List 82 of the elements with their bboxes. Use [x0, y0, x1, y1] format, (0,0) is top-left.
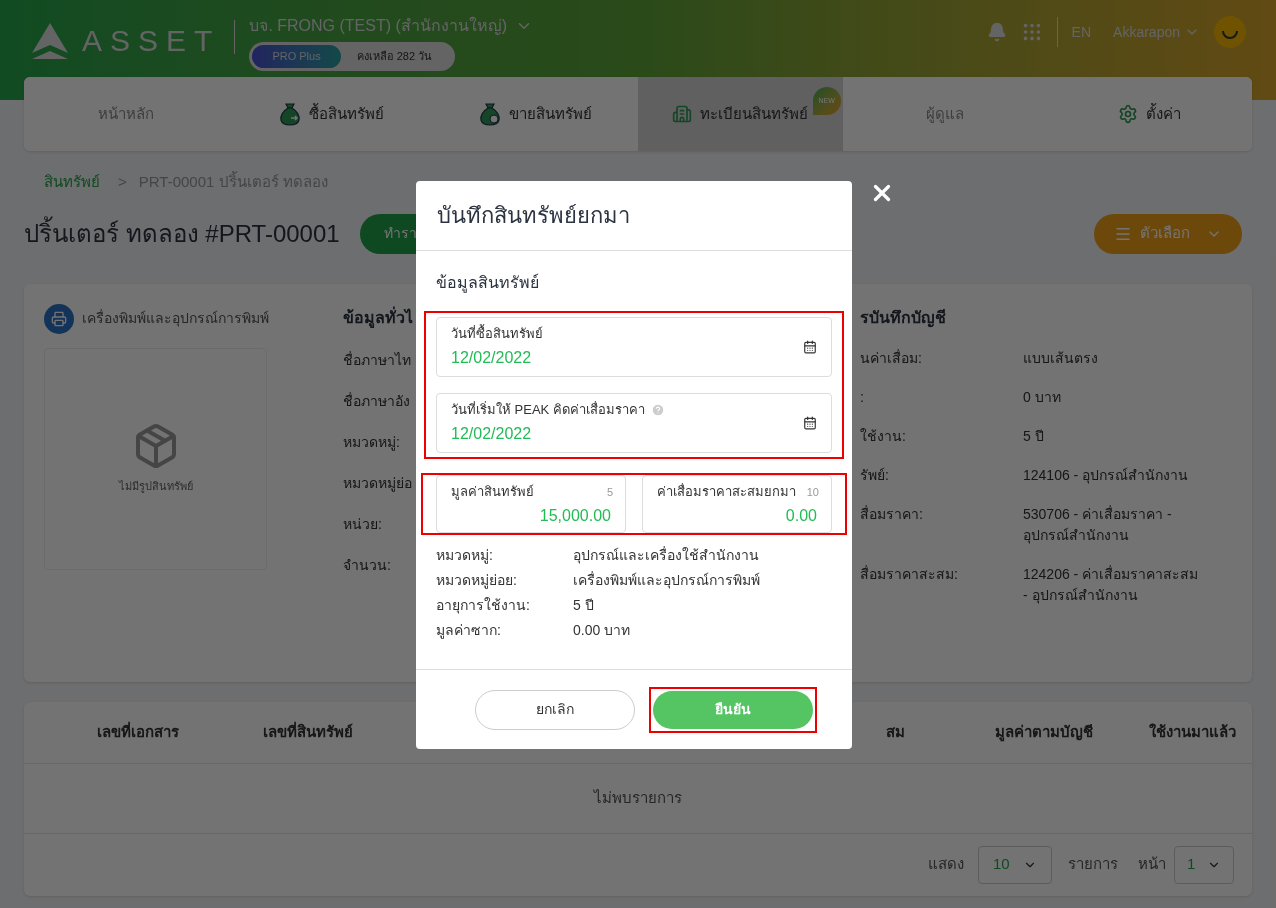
printer-icon — [44, 303, 74, 334]
field-label: หน่วย: — [343, 514, 383, 534]
logo-text: ASSET — [82, 23, 221, 59]
date-field[interactable]: วันที่ซื้อสินทรัพย์ 12/02/2022 — [436, 317, 832, 377]
detail-value: 0.00 บาท — [573, 621, 631, 640]
asset-category: เครื่องพิมพ์และอุปกรณ์การพิมพ์ — [82, 308, 269, 329]
nav-tab[interactable]: ซื้อสินทรัพย์ — [228, 77, 434, 151]
remaining-days: คงเหลือ 282 วัน — [356, 48, 433, 65]
field-label: วันที่เริ่มให้ PEAK คิดค่าเสื่อมราคา — [451, 400, 645, 420]
show-label: แสดง — [928, 854, 964, 875]
page-title: ปริ้นเตอร์ ทดลอง #PRT-00001 — [24, 215, 340, 252]
detail-value: อุปกรณ์และเครื่องใช้สำนักงาน — [573, 545, 759, 566]
field-label: สื่อมราคา: — [860, 504, 924, 524]
field-value: 124106 - อุปกรณ์สำนักงาน — [1023, 465, 1190, 486]
page-size-select[interactable]: 10 — [978, 845, 1052, 884]
amount-value: 0.00 — [784, 505, 817, 526]
column-header: ใช้งานมาแล้ว — [1149, 721, 1236, 742]
date-field[interactable]: วันที่เริ่มให้ PEAK คิดค่าเสื่อมราคา 12/02/2022 — [436, 393, 832, 453]
confirm-button[interactable]: ยืนยัน — [653, 690, 813, 729]
calendar-icon[interactable] — [803, 416, 817, 430]
field-label: สื่อมราคาสะสม: — [860, 564, 959, 584]
options-button[interactable]: ตัวเลือก — [1094, 213, 1242, 254]
section-heading: ข้อมูลสินทรัพย์ — [436, 272, 540, 295]
column-header: สม — [886, 721, 905, 742]
detail-label: หมวดหมู่: — [436, 546, 494, 566]
field-label: มูลค่าสินทรัพย์ — [451, 483, 534, 502]
page-label: หน้า — [1138, 854, 1166, 875]
field-value: 124206 - ค่าเสื่อมราคาสะสม - อุปกรณ์สำนักงาน — [1023, 564, 1200, 606]
breadcrumb-link[interactable]: สินทรัพย์ — [44, 171, 100, 194]
avatar-icon[interactable] — [1214, 16, 1246, 48]
gear-icon — [1118, 104, 1139, 124]
detail-value: เครื่องพิมพ์และอุปกรณ์การพิมพ์ — [573, 570, 760, 591]
column-header: มูลค่าตามบัญชี — [995, 721, 1093, 744]
section-heading: ข้อมูลทั่วไ — [343, 305, 414, 330]
field-label: : — [860, 387, 865, 407]
bell-icon[interactable] — [986, 22, 1007, 42]
field-label: จำนวน: — [343, 555, 392, 575]
date-value: 12/02/2022 — [451, 347, 533, 368]
field-value: 0 บาท — [1023, 387, 1062, 407]
building-icon — [672, 104, 693, 124]
help-icon[interactable] — [650, 403, 665, 417]
detail-value: 5 ปี — [573, 596, 594, 615]
column-header: เลขที่เอกสาร — [97, 720, 179, 742]
money-bag-icon — [479, 102, 502, 126]
empty-message: ไม่พบรายการ — [594, 787, 682, 808]
character-counter: 10 — [806, 484, 819, 500]
nav-tab[interactable]: ขายสินทรัพย์ — [433, 77, 638, 151]
plan-badge: PRO Plus — [252, 45, 341, 68]
field-label: วันที่ซื้อสินทรัพย์ — [451, 324, 543, 344]
field-label: ชื่อภาษาอัง — [343, 391, 411, 411]
field-value: แบบเส้นตรง — [1023, 348, 1099, 368]
section-heading: รบันทึกบัญชี — [860, 307, 947, 330]
nav-tab[interactable]: ตั้งค่า — [1047, 77, 1252, 151]
amount-field[interactable]: มูลค่าสินทรัพย์ 5 15,000.00 — [436, 475, 626, 533]
breadcrumb-separator: > — [118, 172, 127, 192]
no-image-text: ไม่มีรูปสินทรัพย์ — [118, 479, 193, 495]
detail-label: อายุการใช้งาน: — [436, 596, 531, 616]
language-button[interactable]: EN — [1071, 21, 1092, 43]
character-counter: 5 — [606, 484, 613, 500]
field-value: 5 ปี — [1023, 426, 1045, 446]
amount-value: 15,000.00 — [538, 505, 611, 526]
field-label: ใช้งาน: — [860, 426, 907, 446]
column-header: เลขที่สินทรัพย์ — [263, 720, 353, 742]
detail-label: มูลค่าซาก: — [436, 621, 502, 641]
logo-icon — [30, 22, 70, 59]
date-value: 12/02/2022 — [451, 423, 533, 444]
field-label: นค่าเสื่อม: — [860, 348, 923, 368]
detail-label: หมวดหมู่ย่อย: — [436, 571, 518, 591]
field-label: ค่าเสื่อมราคาสะสมยกมา — [657, 482, 796, 501]
user-name[interactable]: Akkarapon — [1113, 21, 1180, 43]
calendar-icon[interactable] — [803, 340, 817, 354]
page-select[interactable]: 1 — [1174, 845, 1234, 884]
money-bag-icon — [278, 102, 301, 126]
field-label: ชื่อภาษาไท — [343, 350, 412, 370]
amount-field[interactable]: ค่าเสื่อมราคาสะสมยกมา 10 0.00 — [642, 475, 832, 533]
modal-title: บันทึกสินทรัพย์ยกมา — [437, 202, 630, 230]
field-value: 530706 - ค่าเสื่อมราคา - อุปกรณ์สำนักงาน — [1023, 504, 1173, 546]
field-label: รัพย์: — [860, 465, 890, 485]
field-label: หมวดหมู่ย่อ — [343, 473, 413, 494]
company-name[interactable]: บจ. FRONG (TEST) (สำนักงานใหญ่) — [249, 14, 508, 38]
items-label: รายการ — [1068, 854, 1118, 875]
field-label: หมวดหมู่: — [343, 432, 401, 453]
